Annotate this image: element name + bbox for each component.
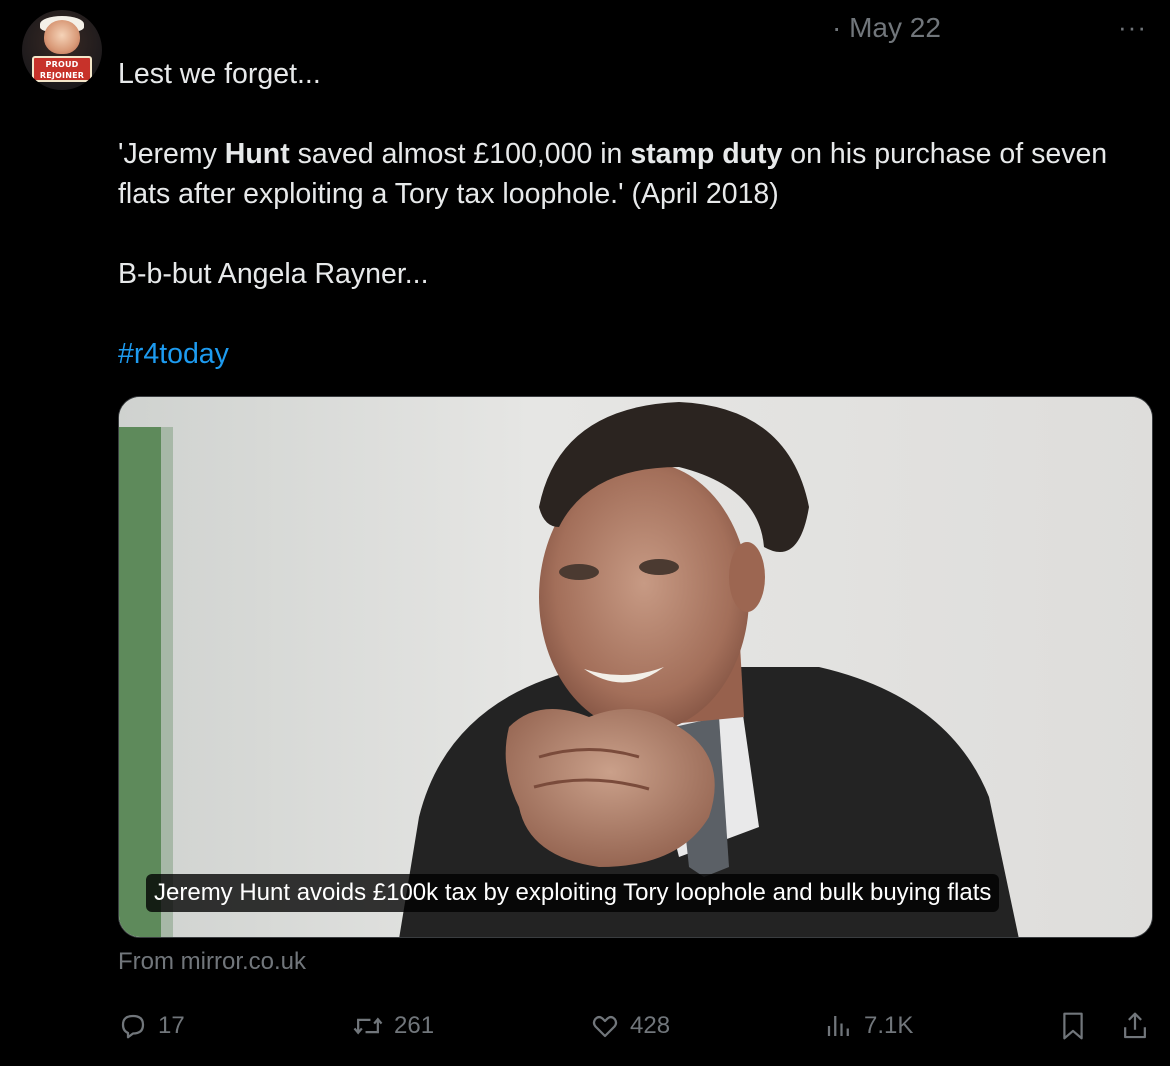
action-bar: 17 261 428 7.1K	[0, 1004, 1170, 1048]
reply-icon	[121, 1014, 145, 1039]
views-count: 7.1K	[864, 1012, 914, 1039]
hashtag-link[interactable]: #r4today	[118, 338, 229, 370]
avatar-badge: PROUD REJOINER	[32, 56, 92, 82]
share-icon	[1124, 1012, 1146, 1039]
avatar[interactable]: PROUD REJOINER	[22, 10, 102, 90]
tweet-line-1: Lest we forget...	[118, 58, 321, 90]
link-card-image[interactable]: Jeremy Hunt avoids £100k tax by exploiti…	[118, 396, 1153, 938]
views-icon	[827, 1016, 849, 1036]
tweet-quote: 'Jeremy Hunt saved almost £100,000 in st…	[118, 134, 1138, 214]
quote-open: 'Jeremy	[118, 138, 225, 170]
tweet-date[interactable]: · May 22	[832, 12, 941, 44]
like-button[interactable]: 428	[590, 1004, 670, 1048]
like-count: 428	[630, 1012, 671, 1039]
bookmark-icon	[1063, 1012, 1083, 1040]
link-card-headline: Jeremy Hunt avoids £100k tax by exploiti…	[146, 874, 1000, 912]
avatar-face	[44, 20, 80, 54]
share-button[interactable]	[1120, 1004, 1150, 1048]
views-button[interactable]: 7.1K	[824, 1004, 913, 1048]
quote-bold-stamp-duty: stamp duty	[630, 138, 783, 170]
bookmark-button[interactable]	[1058, 1004, 1088, 1048]
reply-button[interactable]: 17	[118, 1004, 185, 1048]
quote-mid: saved almost £100,000 in	[289, 138, 631, 170]
repost-icon	[353, 1017, 383, 1035]
link-source[interactable]: From mirror.co.uk	[118, 948, 306, 976]
photo-portrait	[119, 397, 1152, 937]
more-options-icon[interactable]: ···	[1118, 12, 1147, 43]
quote-bold-hunt: Hunt	[224, 138, 290, 170]
tweet: PROUD REJOINER · May 22 ··· Lest we forg…	[0, 0, 1170, 1066]
tweet-line-3: B-b-but Angela Rayner...	[118, 258, 429, 290]
repost-count: 261	[394, 1012, 435, 1039]
repost-button[interactable]: 261	[352, 1004, 434, 1048]
tweet-text: Lest we forget... 'Jeremy Hunt saved alm…	[118, 54, 1138, 374]
reply-count: 17	[158, 1012, 185, 1039]
like-icon	[592, 1015, 618, 1038]
